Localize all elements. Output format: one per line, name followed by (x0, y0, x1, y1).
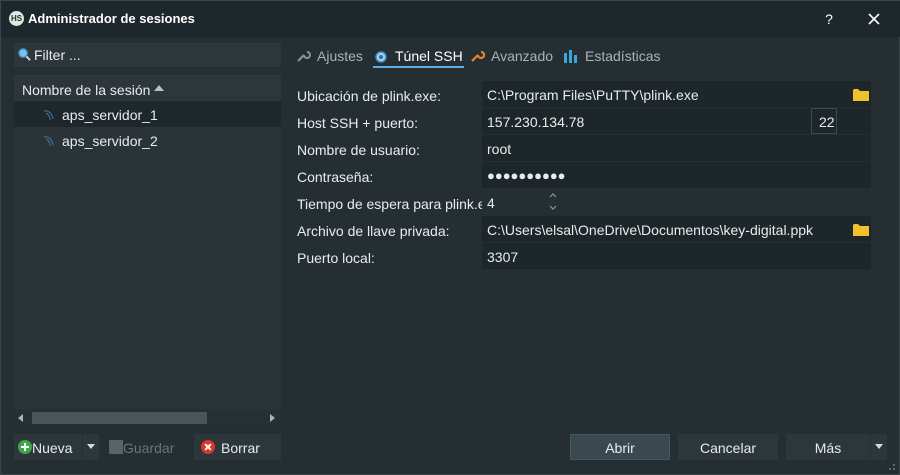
tab-tunel-ssh[interactable]: Túnel SSH (373, 44, 464, 68)
scroll-left-icon[interactable] (18, 414, 23, 422)
tab-label: Túnel SSH (395, 48, 463, 64)
window-title: Administrador de sesiones (28, 11, 195, 26)
tab-label: Avanzado (491, 48, 554, 64)
wrench-icon (297, 51, 311, 62)
spin-up-icon[interactable] (548, 191, 558, 199)
new-button[interactable]: Nueva (14, 434, 82, 460)
save-icon (109, 440, 123, 454)
chevron-down-icon (87, 444, 95, 449)
more-dropdown-button[interactable] (871, 434, 887, 460)
session-item[interactable]: aps_servidor_1 (14, 102, 281, 127)
plink-location-value: C:\Program Files\PuTTY\plink.exe (487, 87, 699, 103)
open-button[interactable]: Abrir (570, 434, 670, 460)
filter-input[interactable] (34, 43, 274, 67)
username-label: Nombre de usuario: (297, 142, 420, 158)
horizontal-scrollbar[interactable] (14, 409, 281, 427)
scrollbar-thumb[interactable] (32, 412, 207, 424)
more-button[interactable]: Más (786, 434, 870, 460)
search-icon (18, 48, 31, 61)
cancel-button[interactable]: Cancelar (678, 434, 778, 460)
scroll-right-icon[interactable] (270, 414, 275, 422)
tab-avanzado[interactable]: Avanzado (469, 44, 554, 68)
ssh-tunnel-icon (375, 51, 387, 63)
chevron-down-icon (875, 444, 883, 449)
session-item-label: aps_servidor_1 (62, 107, 158, 123)
ssh-port-value: 22 (819, 114, 835, 130)
session-tree: Nombre de la sesión aps_servidor_1 aps_s… (14, 75, 281, 427)
local-port-value: 3307 (487, 249, 519, 265)
password-value: ●●●●●●●●●● (487, 168, 566, 183)
new-dropdown-button[interactable] (83, 434, 99, 460)
password-label: Contraseña: (297, 169, 374, 185)
save-button-label: Guardar (123, 440, 175, 456)
add-icon (18, 440, 32, 454)
delete-icon (201, 440, 215, 454)
delete-button-label: Borrar (221, 440, 260, 456)
ssh-host-label: Host SSH + puerto: (297, 115, 419, 131)
ssh-port-field[interactable]: 22 (811, 108, 837, 134)
tab-label: Ajustes (317, 48, 363, 64)
save-button[interactable]: Guardar (104, 434, 187, 460)
local-port-field[interactable]: 3307 (482, 243, 871, 269)
open-button-label: Abrir (605, 440, 635, 456)
new-button-label: Nueva (32, 440, 73, 456)
plink-location-label: Ubicación de plink.exe: (297, 88, 441, 104)
resize-grip-icon[interactable] (883, 458, 897, 472)
folder-icon[interactable] (853, 223, 869, 236)
dolphin-icon (43, 136, 54, 147)
bar-chart-icon (564, 50, 577, 63)
session-item[interactable]: aps_servidor_2 (14, 128, 281, 153)
tab-ajustes[interactable]: Ajustes (295, 44, 363, 68)
cancel-button-label: Cancelar (699, 440, 757, 456)
help-button[interactable]: ? (819, 9, 839, 29)
username-field[interactable]: root (482, 135, 871, 161)
session-manager-window: HS Administrador de sesiones ? Nombre de… (0, 0, 900, 475)
tab-estadisticas[interactable]: Estadísticas (563, 44, 661, 68)
private-key-field[interactable]: C:\Users\elsal\OneDrive\Documentos\key-d… (482, 216, 871, 242)
private-key-label: Archivo de llave privada: (297, 223, 450, 239)
dolphin-icon (43, 110, 54, 121)
plink-location-field[interactable]: C:\Program Files\PuTTY\plink.exe (482, 81, 871, 107)
private-key-value: C:\Users\elsal\OneDrive\Documentos\key-d… (487, 222, 814, 238)
tab-label: Estadísticas (585, 48, 661, 64)
username-value: root (487, 141, 512, 157)
ssh-host-value: 157.230.134.78 (487, 114, 585, 130)
app-logo: HS (9, 11, 24, 26)
sort-ascending-icon (154, 85, 164, 91)
folder-icon[interactable] (853, 88, 869, 101)
filter-box (14, 43, 281, 67)
more-button-label: Más (814, 440, 842, 456)
tree-column-header[interactable]: Nombre de la sesión (14, 75, 281, 102)
wrench-orange-icon (471, 50, 485, 62)
timeout-label: Tiempo de espera para plink.ex (297, 196, 493, 212)
close-icon[interactable] (863, 8, 885, 30)
session-item-label: aps_servidor_2 (62, 133, 158, 149)
local-port-label: Puerto local: (297, 250, 375, 266)
title-bar: HS Administrador de sesiones ? (1, 1, 900, 37)
spin-down-icon[interactable] (548, 204, 558, 212)
delete-button[interactable]: Borrar (194, 434, 281, 460)
password-field[interactable]: ●●●●●●●●●● (482, 162, 871, 188)
timeout-value: 4 (487, 195, 495, 211)
column-header-label: Nombre de la sesión (22, 82, 151, 98)
